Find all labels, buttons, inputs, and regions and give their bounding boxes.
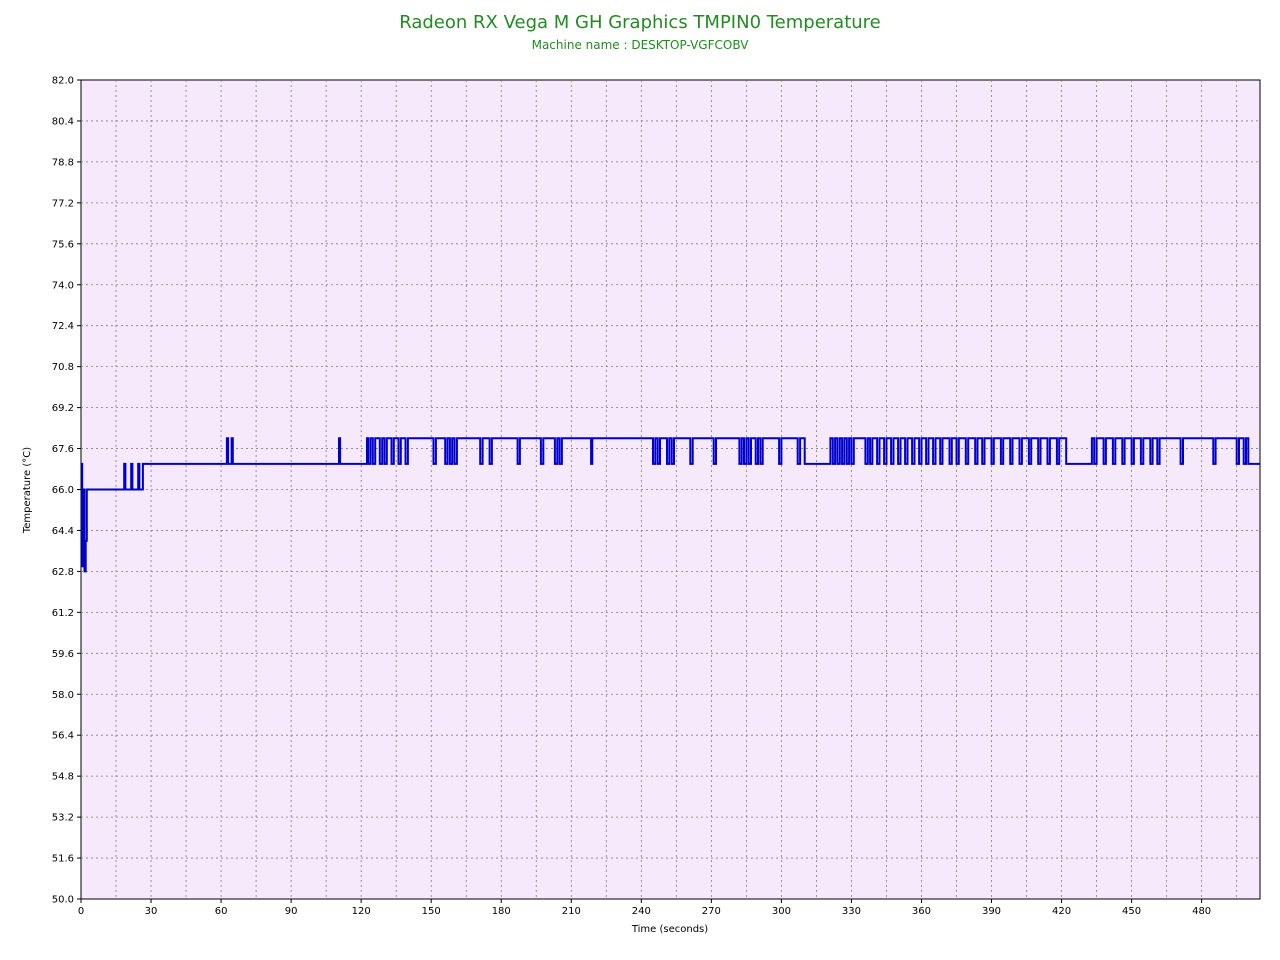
y-tick-label: 82.0 (52, 76, 74, 87)
x-tick-label: 90 (285, 906, 298, 917)
y-tick-label: 51.6 (52, 854, 74, 865)
y-tick-label: 50.0 (52, 895, 74, 906)
y-tick-label: 64.4 (52, 526, 74, 537)
x-tick-label: 480 (1192, 906, 1211, 917)
y-axis-label: Temperature (°C) (22, 447, 33, 534)
y-tick-label: 70.8 (52, 362, 74, 373)
x-tick-label: 150 (422, 906, 441, 917)
y-tick-label: 54.8 (52, 772, 74, 783)
y-tick-label: 69.2 (52, 403, 74, 414)
y-tick-label: 62.8 (52, 567, 74, 578)
x-tick-label: 0 (78, 906, 84, 917)
y-tick-label: 66.0 (52, 485, 74, 496)
x-axis-label: Time (seconds) (631, 924, 708, 935)
y-tick-label: 61.2 (52, 608, 74, 619)
x-tick-label: 270 (702, 906, 721, 917)
x-tick-label: 420 (1052, 906, 1071, 917)
x-tick-label: 450 (1122, 906, 1141, 917)
x-tick-label: 60 (215, 906, 228, 917)
x-tick-label: 360 (912, 906, 931, 917)
y-tick-label: 58.0 (52, 690, 74, 701)
x-tick-label: 330 (842, 906, 861, 917)
x-tick-label: 240 (632, 906, 651, 917)
x-axis-ticks: 0 30 60 90 120 150 180 210 240 270 300 330 360 390 420… (78, 899, 1211, 917)
y-tick-label: 59.6 (52, 649, 74, 660)
x-tick-label: 120 (352, 906, 371, 917)
x-tick-label: 30 (145, 906, 158, 917)
y-tick-label: 56.4 (52, 731, 74, 742)
y-tick-label: 78.8 (52, 157, 74, 168)
y-tick-label: 80.4 (52, 116, 74, 127)
y-tick-label: 74.0 (52, 280, 74, 291)
x-tick-label: 390 (982, 906, 1001, 917)
y-axis-ticks: 50.0 51.6 53.2 54.8 56.4 58.0 59.6 61.2 62.8 64.4… (52, 76, 81, 906)
y-tick-label: 77.2 (52, 198, 74, 209)
y-tick-label: 53.2 (52, 813, 74, 824)
y-tick-label: 67.6 (52, 444, 74, 455)
x-tick-label: 180 (492, 906, 511, 917)
temperature-chart: 50.0 51.6 53.2 54.8 56.4 58.0 59.6 61.2 62.8 64.4… (22, 76, 1261, 935)
x-tick-label: 300 (772, 906, 791, 917)
x-tick-label: 210 (562, 906, 581, 917)
y-tick-label: 75.6 (52, 239, 74, 250)
y-tick-label: 72.4 (52, 321, 74, 332)
